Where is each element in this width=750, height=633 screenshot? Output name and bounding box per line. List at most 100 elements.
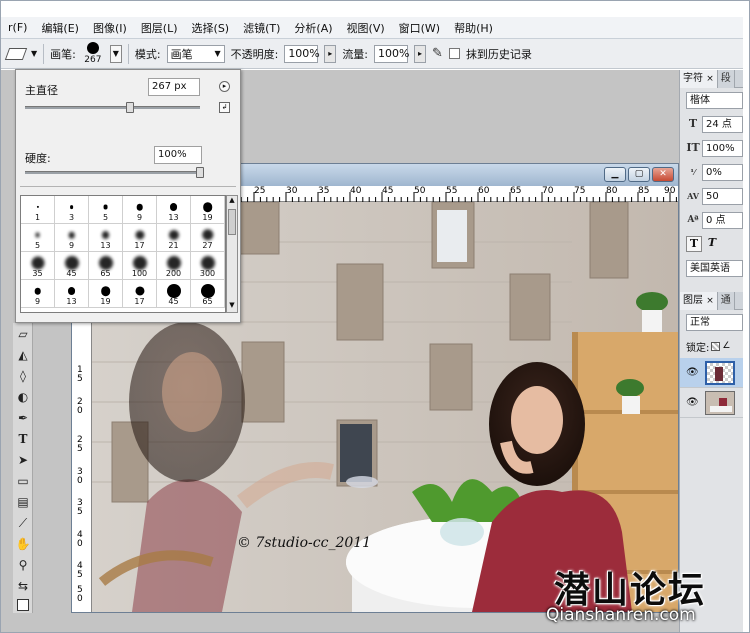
opacity-field[interactable]: 100% (284, 44, 320, 63)
paint-bucket-icon[interactable]: ◭ (14, 346, 32, 364)
eye-icon[interactable]: 👁 (686, 397, 699, 408)
brush-picker-button[interactable]: ▼ (109, 44, 122, 63)
menu-view[interactable]: 视图(V) (340, 20, 392, 36)
brush-preset[interactable]: 3 (55, 196, 89, 224)
scroll-down-icon[interactable]: ▼ (227, 301, 237, 312)
notes-icon[interactable]: ▤ (14, 493, 32, 511)
reset-sample-icon[interactable]: ↲ (219, 102, 230, 113)
menu-image[interactable]: 图像(I) (86, 20, 134, 36)
eraser-tool-icon[interactable] (4, 47, 28, 60)
presets-scrollbar[interactable]: ▲ ▼ (226, 195, 238, 313)
path-select-icon[interactable]: ➤ (14, 451, 32, 469)
brush-preset[interactable]: 17 (123, 280, 157, 308)
tab-paragraph[interactable]: 段 (717, 69, 735, 88)
brush-preset[interactable]: 5 (89, 196, 123, 224)
menu-analysis[interactable]: 分析(A) (287, 20, 339, 36)
brush-preset[interactable]: 300 (191, 252, 225, 280)
close-icon[interactable]: × (706, 296, 714, 306)
eraser-icon[interactable]: ▱ (14, 325, 32, 343)
blur-icon[interactable]: ◊ (14, 367, 32, 385)
zoom-icon[interactable]: ⚲ (14, 556, 32, 574)
faux-italic-button[interactable]: T (704, 236, 720, 252)
lock-transparency-icon[interactable] (711, 341, 721, 351)
close-icon[interactable]: ✕ (652, 167, 674, 182)
brush-preset[interactable]: 9 (123, 196, 157, 224)
ruler-v-label: 5 (77, 374, 83, 384)
brush-preset[interactable]: 13 (157, 196, 191, 224)
maximize-icon[interactable]: ▢ (628, 167, 650, 182)
brush-preset[interactable]: 27 (191, 224, 225, 252)
scroll-up-icon[interactable]: ▲ (227, 196, 237, 207)
brush-preset[interactable]: 9 (21, 280, 55, 308)
menu-layer[interactable]: 图层(L) (134, 20, 185, 36)
brush-preset[interactable]: 1 (21, 196, 55, 224)
menu-file[interactable]: r(F) (1, 21, 34, 34)
diameter-slider-track[interactable] (25, 102, 200, 113)
brush-preset[interactable]: 65 (191, 280, 225, 308)
menu-select[interactable]: 选择(S) (185, 20, 237, 36)
tool-preset-dropdown-icon[interactable]: ▼ (31, 49, 37, 58)
pen-icon[interactable]: ✒ (14, 409, 32, 427)
font-size-field[interactable]: 24 点 (702, 115, 743, 133)
panel-menu-arrow-icon[interactable]: ▸ (219, 81, 230, 92)
brush-preset[interactable]: 35 (21, 252, 55, 280)
diameter-slider-thumb[interactable] (126, 102, 134, 113)
brush-preset[interactable]: 200 (157, 252, 191, 280)
layer-row[interactable]: 👁 (680, 388, 743, 418)
faux-bold-button[interactable]: T (686, 236, 702, 252)
opacity-slider-button[interactable]: ▸ (324, 44, 337, 63)
brush-preset[interactable]: 9 (55, 224, 89, 252)
percent-field[interactable]: 0% (702, 163, 743, 181)
hardness-slider-thumb[interactable] (196, 167, 204, 178)
brush-preset[interactable]: 17 (123, 224, 157, 252)
eyedropper-icon[interactable]: ⟋ (14, 514, 32, 532)
menu-edit[interactable]: 编辑(E) (34, 20, 86, 36)
layer-row[interactable]: 👁 (680, 358, 743, 388)
font-size-row: T 24 点 (680, 112, 743, 136)
tab-layers[interactable]: 图层 × (680, 291, 718, 310)
airbrush-icon[interactable]: ✎ (432, 46, 443, 61)
brush-preset-size: 17 (134, 297, 145, 306)
erase-history-checkbox[interactable] (448, 48, 460, 59)
flow-slider-button[interactable]: ▸ (414, 44, 427, 63)
tab-channels[interactable]: 通 (717, 291, 735, 310)
mode-select[interactable]: 画笔 ▼ (166, 44, 225, 63)
baseline-shift-field[interactable]: 0 点 (702, 211, 743, 229)
swap-colors-icon[interactable]: ⇆ (14, 577, 32, 595)
brush-preset[interactable]: 5 (21, 224, 55, 252)
dodge-icon[interactable]: ◐ (14, 388, 32, 406)
brush-preset[interactable]: 100 (123, 252, 157, 280)
brush-preset[interactable]: 13 (89, 224, 123, 252)
blend-mode-select[interactable]: 正常 (686, 313, 743, 331)
tracking-field[interactable]: 50 (702, 187, 743, 205)
menu-window[interactable]: 窗口(W) (392, 20, 447, 36)
hardness-slider-track[interactable] (25, 167, 204, 178)
language-field[interactable]: 美国英语 (686, 259, 743, 277)
scrollbar-thumb[interactable] (228, 209, 236, 235)
minimize-icon[interactable]: ▁ (604, 167, 626, 182)
hand-icon[interactable]: ✋ (14, 535, 32, 553)
brush-preset[interactable]: 19 (89, 280, 123, 308)
brush-preset[interactable]: 45 (55, 252, 89, 280)
lock-brush-icon[interactable]: ∠ (722, 341, 730, 351)
tab-character[interactable]: 字符 × (680, 69, 718, 88)
hardness-field[interactable]: 100% (154, 146, 202, 164)
font-family-field[interactable]: 楷体 (686, 91, 743, 109)
brush-preset[interactable]: 21 (157, 224, 191, 252)
close-icon[interactable]: × (706, 74, 714, 84)
menu-help[interactable]: 帮助(H) (447, 20, 500, 36)
rectangle-shape-icon[interactable]: ▭ (14, 472, 32, 490)
brush-preset[interactable]: 65 (89, 252, 123, 280)
flow-field[interactable]: 100% (374, 44, 409, 63)
menu-filter[interactable]: 滤镜(T) (236, 20, 287, 36)
master-diameter-field[interactable]: 267 px (148, 78, 200, 96)
ruler-h-label: 80 (606, 186, 618, 196)
brush-preset[interactable]: 19 (191, 196, 225, 224)
type-tool-icon[interactable]: T (14, 430, 32, 448)
vertical-scale-field[interactable]: 100% (702, 139, 743, 157)
eye-icon[interactable]: 👁 (686, 367, 699, 378)
brush-preview[interactable]: 267 (82, 41, 104, 67)
brush-preset[interactable]: 45 (157, 280, 191, 308)
brush-preset[interactable]: 13 (55, 280, 89, 308)
color-swatch-icon[interactable] (14, 598, 32, 616)
